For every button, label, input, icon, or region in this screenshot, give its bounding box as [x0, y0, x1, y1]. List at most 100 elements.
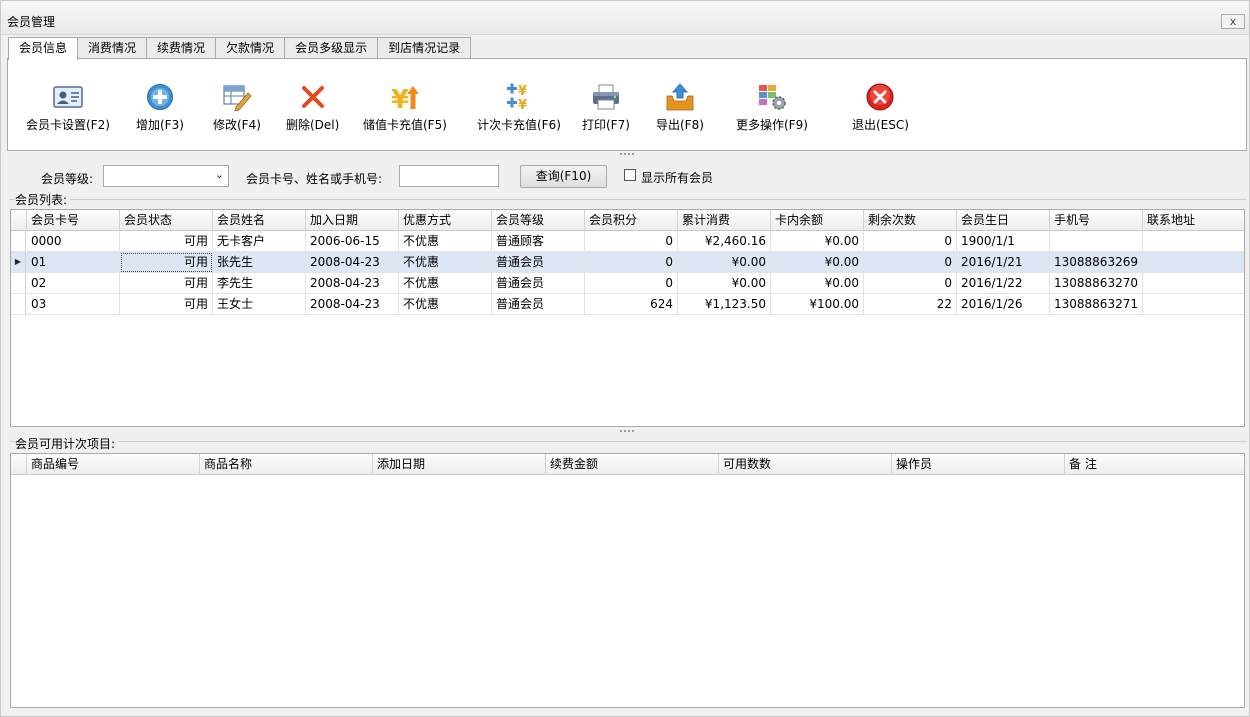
tab-visit-records[interactable]: 到店情况记录: [377, 37, 472, 59]
cell-phone[interactable]: 13088863269: [1050, 252, 1143, 273]
cell-card-no[interactable]: 03: [27, 294, 120, 315]
cell-balance[interactable]: ¥100.00: [771, 294, 864, 315]
edit-button[interactable]: 修改(F4): [213, 81, 261, 137]
close-button[interactable]: x: [1221, 14, 1245, 29]
cell-points[interactable]: 0: [585, 273, 678, 294]
tab-member-info[interactable]: 会员信息: [8, 37, 79, 60]
cell-level[interactable]: 普通会员: [492, 273, 585, 294]
cell-name[interactable]: 张先生: [213, 252, 306, 273]
cell-birthday[interactable]: 2016/1/21: [957, 252, 1050, 273]
row-indicator[interactable]: ▶: [11, 252, 26, 273]
cell-address[interactable]: [1143, 294, 1244, 315]
col-remark[interactable]: 备 注: [1065, 454, 1244, 475]
print-button[interactable]: 打印(F7): [582, 81, 630, 137]
exit-button[interactable]: 退出(ESC): [852, 81, 909, 137]
count-card-recharge-button[interactable]: ¥ ¥ 计次卡充值(F6): [477, 81, 561, 137]
cell-phone[interactable]: [1050, 231, 1143, 252]
cell-join-date[interactable]: 2008-04-23: [306, 252, 399, 273]
cell-total-spent[interactable]: ¥0.00: [678, 273, 771, 294]
cell-points[interactable]: 0: [585, 252, 678, 273]
cell-birthday[interactable]: 2016/1/26: [957, 294, 1050, 315]
cell-name[interactable]: 王女士: [213, 294, 306, 315]
col-join-date[interactable]: 加入日期: [306, 210, 399, 231]
row-indicator[interactable]: [11, 231, 26, 252]
cell-join-date[interactable]: 2008-04-23: [306, 294, 399, 315]
col-available-count[interactable]: 可用数数: [719, 454, 892, 475]
cell-level[interactable]: 普通会员: [492, 294, 585, 315]
cell-birthday[interactable]: 2016/1/22: [957, 273, 1050, 294]
col-balance[interactable]: 卡内余额: [771, 210, 864, 231]
cell-total-spent[interactable]: ¥2,460.16: [678, 231, 771, 252]
cell-join-date[interactable]: 2006-06-15: [306, 231, 399, 252]
cell-remaining-count[interactable]: 0: [864, 273, 957, 294]
search-input[interactable]: [399, 165, 499, 187]
cell-discount[interactable]: 不优惠: [399, 252, 492, 273]
show-all-checkbox[interactable]: [624, 169, 636, 181]
cell-birthday[interactable]: 1900/1/1: [957, 231, 1050, 252]
cell-name[interactable]: 李先生: [213, 273, 306, 294]
cell-balance[interactable]: ¥0.00: [771, 231, 864, 252]
cell-address[interactable]: [1143, 273, 1244, 294]
col-level[interactable]: 会员等级: [492, 210, 585, 231]
query-button[interactable]: 查询(F10): [520, 165, 607, 188]
cell-card-no[interactable]: 01: [27, 252, 120, 273]
cell-discount[interactable]: 不优惠: [399, 294, 492, 315]
cell-remaining-count[interactable]: 22: [864, 294, 957, 315]
table-row[interactable]: ▶ 01 可用 张先生 2008-04-23 不优惠 普通会员 0 ¥0.00 ¥0.00 0 201…: [11, 252, 1244, 273]
col-address[interactable]: 联系地址: [1143, 210, 1244, 231]
top-splitter[interactable]: [620, 153, 634, 156]
card-settings-button[interactable]: 会员卡设置(F2): [26, 81, 110, 137]
cell-total-spent[interactable]: ¥1,123.50: [678, 294, 771, 315]
col-name[interactable]: 会员姓名: [213, 210, 306, 231]
cell-total-spent[interactable]: ¥0.00: [678, 252, 771, 273]
cell-address[interactable]: [1143, 252, 1244, 273]
col-remaining-count[interactable]: 剩余次数: [864, 210, 957, 231]
cell-points[interactable]: 624: [585, 294, 678, 315]
tab-renewal[interactable]: 续费情况: [146, 37, 217, 59]
cell-status[interactable]: 可用: [120, 252, 213, 273]
add-button[interactable]: 增加(F3): [136, 81, 184, 137]
stored-value-recharge-button[interactable]: ¥ 储值卡充值(F5): [363, 81, 447, 137]
row-indicator[interactable]: [11, 273, 26, 294]
cell-join-date[interactable]: 2008-04-23: [306, 273, 399, 294]
cell-balance[interactable]: ¥0.00: [771, 252, 864, 273]
table-row[interactable]: 02 可用 李先生 2008-04-23 不优惠 普通会员 0 ¥0.00 ¥0.00 0 2016…: [11, 273, 1244, 294]
row-indicator[interactable]: [11, 294, 26, 315]
delete-button[interactable]: 删除(Del): [286, 81, 339, 137]
cell-status[interactable]: 可用: [120, 273, 213, 294]
cell-level[interactable]: 普通顾客: [492, 231, 585, 252]
cell-card-no[interactable]: 0000: [27, 231, 120, 252]
cell-remaining-count[interactable]: 0: [864, 252, 957, 273]
col-operator[interactable]: 操作员: [892, 454, 1065, 475]
table-row[interactable]: 03 可用 王女士 2008-04-23 不优惠 普通会员 624 ¥1,123.50 ¥100…: [11, 294, 1244, 315]
col-add-date[interactable]: 添加日期: [373, 454, 546, 475]
export-button[interactable]: 导出(F8): [656, 81, 704, 137]
cell-phone[interactable]: 13088863271: [1050, 294, 1143, 315]
cell-status[interactable]: 可用: [120, 231, 213, 252]
col-card-no[interactable]: 会员卡号: [27, 210, 120, 231]
cell-address[interactable]: [1143, 231, 1244, 252]
cell-remaining-count[interactable]: 0: [864, 231, 957, 252]
tab-arrears[interactable]: 欠款情况: [215, 37, 286, 59]
col-product-code[interactable]: 商品编号: [27, 454, 200, 475]
cell-points[interactable]: 0: [585, 231, 678, 252]
col-total-spent[interactable]: 累计消费: [678, 210, 771, 231]
col-renew-amount[interactable]: 续费金额: [546, 454, 719, 475]
cell-phone[interactable]: 13088863270: [1050, 273, 1143, 294]
col-points[interactable]: 会员积分: [585, 210, 678, 231]
cell-card-no[interactable]: 02: [27, 273, 120, 294]
more-actions-button[interactable]: 更多操作(F9): [736, 81, 808, 137]
cell-level[interactable]: 普通会员: [492, 252, 585, 273]
level-select[interactable]: ⌄: [103, 165, 229, 187]
tab-multilevel[interactable]: 会员多级显示: [284, 37, 379, 59]
col-status[interactable]: 会员状态: [120, 210, 213, 231]
col-product-name[interactable]: 商品名称: [200, 454, 373, 475]
table-row[interactable]: 0000 可用 无卡客户 2006-06-15 不优惠 普通顾客 0 ¥2,460.16 ¥0.…: [11, 231, 1244, 252]
col-birthday[interactable]: 会员生日: [957, 210, 1050, 231]
cell-discount[interactable]: 不优惠: [399, 231, 492, 252]
col-phone[interactable]: 手机号: [1050, 210, 1143, 231]
middle-splitter[interactable]: [620, 430, 634, 433]
cell-balance[interactable]: ¥0.00: [771, 273, 864, 294]
cell-discount[interactable]: 不优惠: [399, 273, 492, 294]
cell-status[interactable]: 可用: [120, 294, 213, 315]
